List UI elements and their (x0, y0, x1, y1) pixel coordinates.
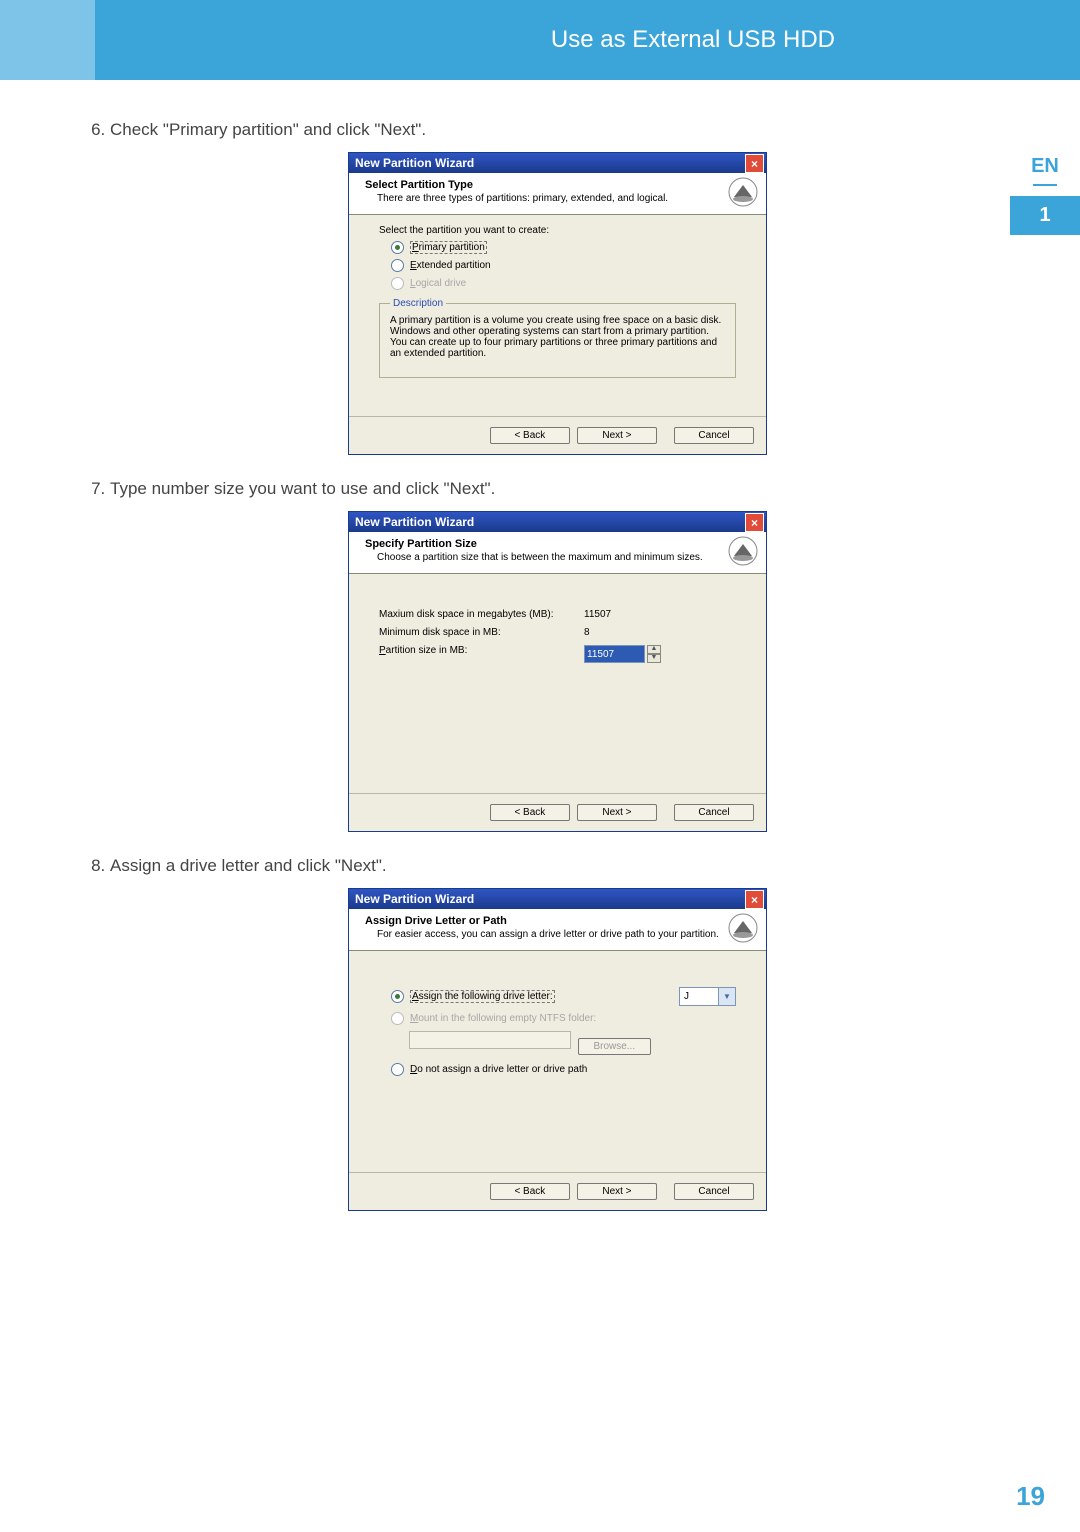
description-box: Description A primary partition is a vol… (379, 298, 736, 378)
wizard-heading: Select Partition Type (365, 179, 756, 191)
header-left-spacer (0, 0, 95, 80)
wizard-titlebar: New Partition Wizard × (349, 889, 766, 909)
wizard-title: New Partition Wizard (355, 156, 474, 170)
wizard-body: Assign the following drive letter: J ▼ M… (349, 951, 766, 1172)
wizard-button-row: < Back Next > Cancel (349, 1172, 766, 1210)
page-header-band: Use as External USB HDD (0, 0, 1080, 80)
partition-size-input[interactable] (584, 645, 645, 663)
select-type-prompt: Select the partition you want to create: (379, 225, 736, 236)
min-space-label: Minimum disk space in MB: (379, 627, 584, 638)
mount-folder-row: Mount in the following empty NTFS folder… (391, 1012, 736, 1025)
wizard-button-row: < Back Next > Cancel (349, 416, 766, 454)
step-7: Type number size you want to use and cli… (110, 479, 1005, 832)
wizard-body: Maxium disk space in megabytes (MB): 115… (349, 574, 766, 793)
min-space-value: 8 (584, 627, 590, 638)
step-6: Check "Primary partition" and click "Nex… (110, 120, 1005, 455)
wizard-heading: Specify Partition Size (365, 538, 756, 550)
back-button[interactable]: < Back (490, 427, 570, 444)
radio-logical-label: Logical drive (410, 278, 466, 289)
cancel-button[interactable]: Cancel (674, 1183, 754, 1200)
spinner-arrows[interactable]: ▲▼ (647, 645, 661, 663)
wizard-title: New Partition Wizard (355, 515, 474, 529)
assign-letter-row[interactable]: Assign the following drive letter: J ▼ (391, 987, 736, 1006)
steps-list: Check "Primary partition" and click "Nex… (75, 120, 1005, 1211)
disk-icon (728, 177, 758, 210)
max-space-row: Maxium disk space in megabytes (MB): 115… (379, 609, 736, 620)
description-text: A primary partition is a volume you crea… (390, 315, 725, 359)
drive-letter-select[interactable]: J ▼ (679, 987, 736, 1006)
language-label: EN (1010, 155, 1080, 178)
next-button[interactable]: Next > (577, 804, 657, 821)
radio-mount-folder (391, 1012, 404, 1025)
mount-folder-controls: Browse... (409, 1031, 736, 1055)
wizard-subheading: For easier access, you can assign a driv… (365, 927, 756, 940)
drive-letter-value: J (680, 988, 718, 1005)
back-button[interactable]: < Back (490, 804, 570, 821)
radio-primary-row[interactable]: Primary partition (391, 241, 736, 254)
wizard-header: Select Partition Type There are three ty… (349, 173, 766, 215)
step-7-text: Type number size you want to use and cli… (110, 479, 495, 498)
chapter-number: 1 (1010, 196, 1080, 235)
back-button[interactable]: < Back (490, 1183, 570, 1200)
close-icon[interactable]: × (745, 154, 764, 173)
wizard-title: New Partition Wizard (355, 892, 474, 906)
radio-extended-row[interactable]: Extended partition (391, 259, 736, 272)
next-button[interactable]: Next > (577, 1183, 657, 1200)
disk-icon (728, 536, 758, 569)
wizard-titlebar: New Partition Wizard × (349, 512, 766, 532)
wizard-subheading: Choose a partition size that is between … (365, 550, 756, 563)
radio-logical (391, 277, 404, 290)
browse-button: Browse... (578, 1038, 651, 1055)
close-icon[interactable]: × (745, 890, 764, 909)
disk-icon (728, 913, 758, 946)
side-tab-divider (1033, 184, 1057, 186)
spin-up-icon[interactable]: ▲ (647, 645, 661, 654)
content-area: Check "Primary partition" and click "Nex… (0, 80, 1080, 1211)
assign-letter-label: Assign the following drive letter: (410, 990, 555, 1003)
wizard-drive-letter: New Partition Wizard × Assign Drive Lett… (348, 888, 767, 1211)
next-button[interactable]: Next > (577, 427, 657, 444)
radio-primary-label: Primary partition (410, 241, 487, 254)
chevron-down-icon[interactable]: ▼ (718, 988, 735, 1005)
header-right: Use as External USB HDD (95, 0, 1080, 80)
wizard-titlebar: New Partition Wizard × (349, 153, 766, 173)
max-space-value: 11507 (584, 609, 611, 620)
wizard-header: Assign Drive Letter or Path For easier a… (349, 909, 766, 951)
cancel-button[interactable]: Cancel (674, 804, 754, 821)
max-space-label: Maxium disk space in megabytes (MB): (379, 609, 584, 620)
step-6-text: Check "Primary partition" and click "Nex… (110, 120, 426, 139)
wizard-partition-type: New Partition Wizard × Select Partition … (348, 152, 767, 455)
radio-extended[interactable] (391, 259, 404, 272)
wizard-body: Select the partition you want to create:… (349, 215, 766, 416)
close-icon[interactable]: × (745, 513, 764, 532)
page-number: 19 (1016, 1481, 1045, 1512)
no-letter-label: Do not assign a drive letter or drive pa… (410, 1064, 587, 1075)
wizard-subheading: There are three types of partitions: pri… (365, 191, 756, 204)
radio-extended-label: Extended partition (410, 260, 491, 271)
step-8: Assign a drive letter and click "Next". … (110, 856, 1005, 1211)
side-tab: EN 1 (1010, 155, 1080, 235)
partition-size-row: Partition size in MB: ▲▼ (379, 645, 736, 663)
radio-assign-letter[interactable] (391, 990, 404, 1003)
partition-size-label: Partition size in MB: (379, 645, 584, 663)
wizard-heading: Assign Drive Letter or Path (365, 915, 756, 927)
wizard-partition-size: New Partition Wizard × Specify Partition… (348, 511, 767, 832)
mount-folder-label: Mount in the following empty NTFS folder… (410, 1013, 596, 1024)
wizard-button-row: < Back Next > Cancel (349, 793, 766, 831)
partition-size-spinner[interactable]: ▲▼ (584, 645, 661, 663)
min-space-row: Minimum disk space in MB: 8 (379, 627, 736, 638)
spin-down-icon[interactable]: ▼ (647, 654, 661, 663)
description-legend: Description (390, 298, 446, 309)
mount-path-input (409, 1031, 571, 1049)
step-8-text: Assign a drive letter and click "Next". (110, 856, 387, 875)
no-letter-row[interactable]: Do not assign a drive letter or drive pa… (391, 1063, 736, 1076)
radio-logical-row: Logical drive (391, 277, 736, 290)
radio-no-letter[interactable] (391, 1063, 404, 1076)
wizard-header: Specify Partition Size Choose a partitio… (349, 532, 766, 574)
page-title: Use as External USB HDD (551, 26, 835, 54)
cancel-button[interactable]: Cancel (674, 427, 754, 444)
radio-primary[interactable] (391, 241, 404, 254)
